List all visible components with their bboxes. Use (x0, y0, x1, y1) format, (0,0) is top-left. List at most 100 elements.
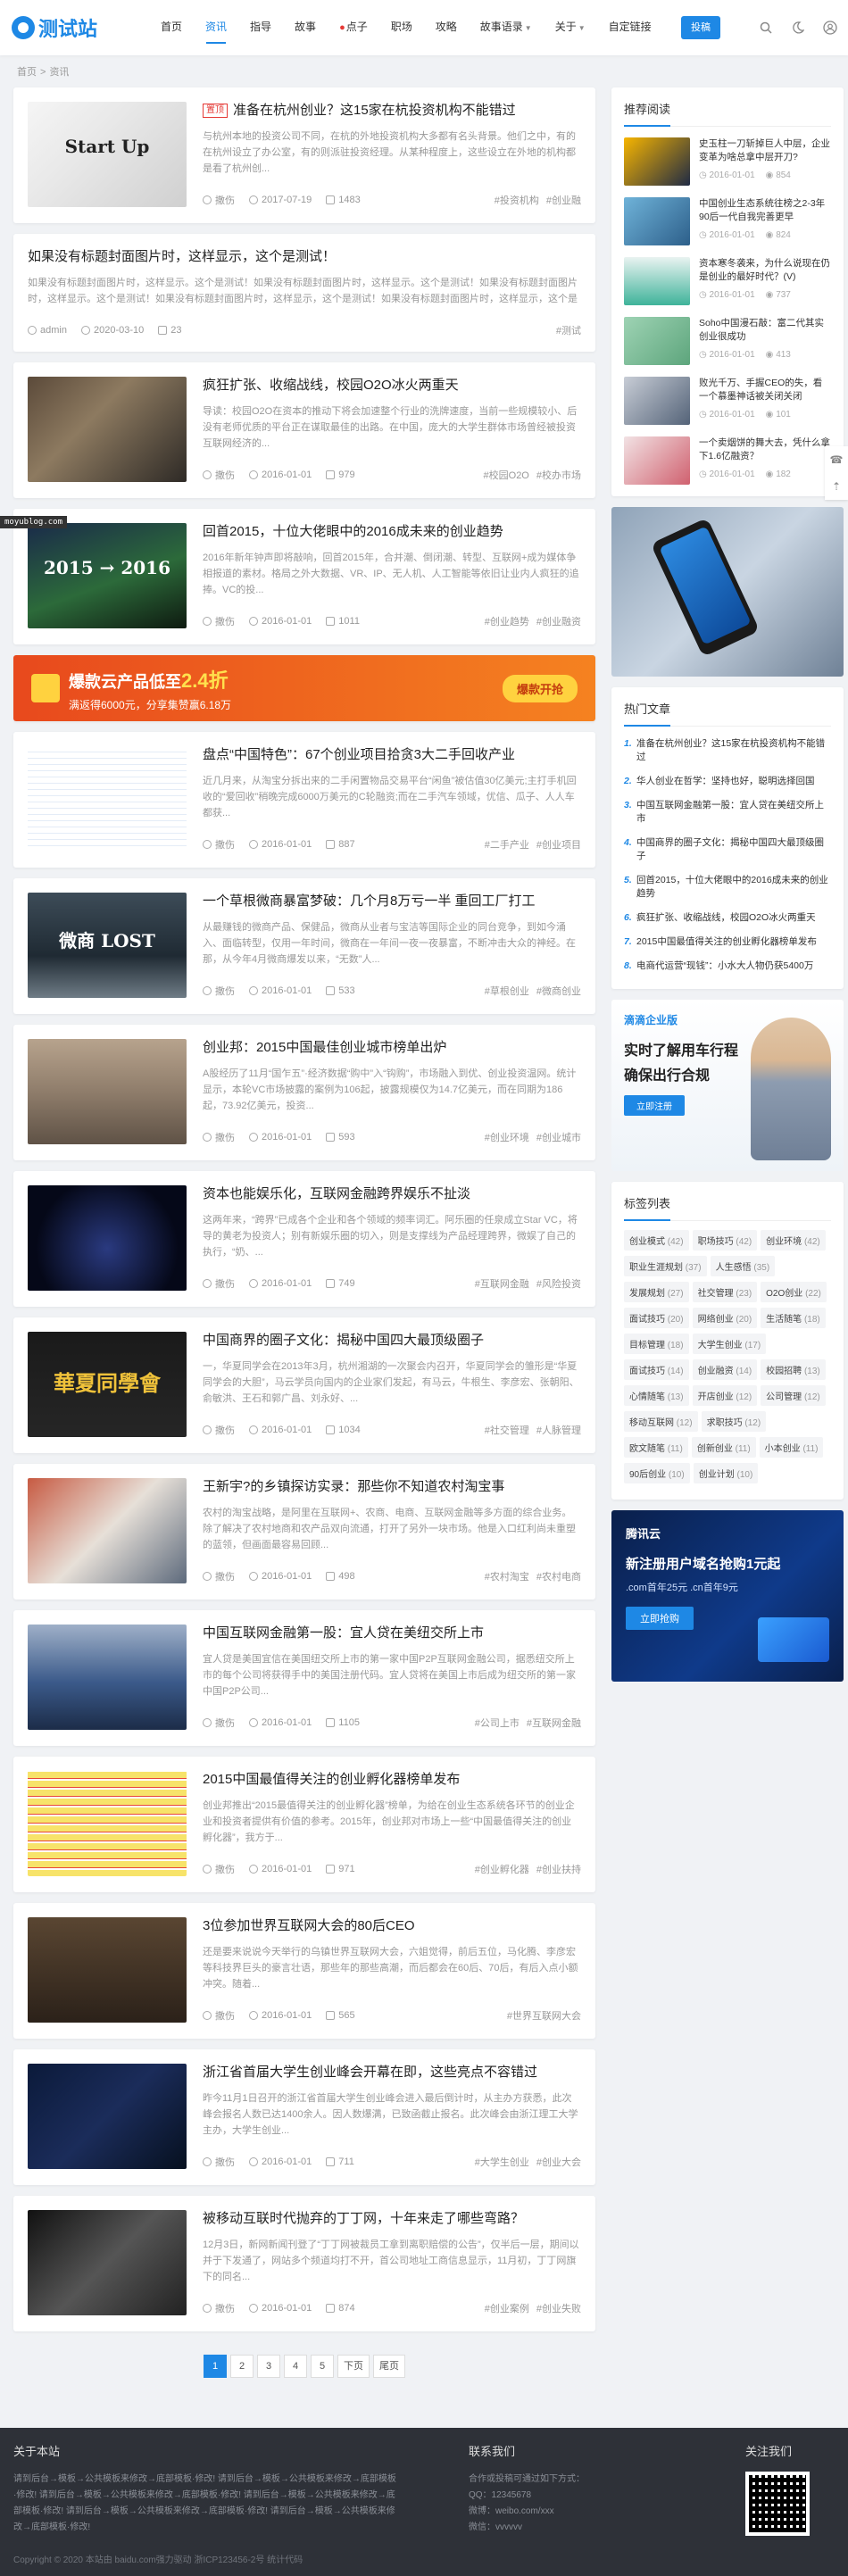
nav-item[interactable]: 职场 (379, 0, 424, 56)
hot-article-item[interactable]: 4. 中国商界的圈子文化：揭秘中国四大最顶级圈子 (624, 831, 831, 868)
tag-chip[interactable]: 创业模式 (42) (624, 1230, 689, 1251)
post-tag[interactable]: #校办市场 (536, 468, 581, 482)
post-card[interactable]: 華夏同學會 中国商界的圈子文化：揭秘中国四大最顶级圈子 一，华夏同学会在2013… (13, 1317, 595, 1453)
post-card[interactable]: 王新宇?的乡镇探访实录：那些你不知道农村淘宝事 农村的淘宝战略，是阿里在互联网+… (13, 1464, 595, 1600)
tag-chip[interactable]: 创业计划 (10) (693, 1463, 759, 1483)
tag-chip[interactable]: 职业生涯规划 (37) (624, 1256, 707, 1276)
post-tag[interactable]: #测试 (556, 323, 581, 337)
page-2[interactable]: 2 (230, 2355, 254, 2378)
post-tag[interactable]: #创业孵化器 (475, 1862, 529, 1876)
post-tag[interactable]: #世界互联网大会 (507, 2008, 581, 2023)
post-tag[interactable]: #风险投资 (536, 1276, 581, 1291)
breadcrumb-home[interactable]: 首页 (17, 67, 37, 78)
post-thumbnail[interactable] (28, 2064, 187, 2169)
tag-chip[interactable]: 网络创业 (20) (692, 1308, 758, 1328)
post-title[interactable]: 盘点“中国特色”：67个创业项目拾贪3大二手回收产业 (203, 746, 581, 766)
hot-article-item[interactable]: 7. 2015中国最值得关注的创业孵化器榜单发布 (624, 930, 831, 954)
post-thumbnail[interactable] (28, 746, 187, 852)
tag-chip[interactable]: 创业环境 (42) (761, 1230, 826, 1251)
hot-article-item[interactable]: 3. 中国互联网金融第一股：宜人贷在美纽交所上市 (624, 794, 831, 831)
post-card[interactable]: 中国互联网金融第一股：宜人贷在美纽交所上市 宜人贷是美国宜信在美国纽交所上市的第… (13, 1610, 595, 1746)
post-author[interactable]: 撒伤 (203, 2008, 235, 2023)
post-title[interactable]: 一个草根微商暴富梦破：几个月8万亏一半 重回工厂打工 (203, 893, 581, 912)
post-title[interactable]: 被移动互联时代抛弃的丁丁网，十年来走了哪些弯路？ (203, 2210, 581, 2230)
tag-chip[interactable]: 欧文随笔 (11) (624, 1437, 688, 1458)
recommended-thumbnail[interactable] (624, 257, 690, 305)
post-thumbnail[interactable]: 華夏同學會 (28, 1332, 187, 1437)
post-author[interactable]: 撒伤 (203, 614, 235, 628)
tag-chip[interactable]: 小本创业 (11) (759, 1437, 824, 1458)
post-title[interactable]: 2015中国最值得关注的创业孵化器榜单发布 (203, 1771, 581, 1791)
tag-chip[interactable]: 开店创业 (12) (692, 1385, 758, 1406)
recommended-item[interactable]: 一个卖烟饼的舞大去，凭什么拿下1.6亿融资？ ◷ 2016-01-01 ◉ 182 (624, 436, 831, 486)
post-author[interactable]: 撒伤 (203, 1423, 235, 1437)
post-thumbnail[interactable] (28, 1771, 187, 1876)
post-author[interactable]: 撒伤 (203, 984, 235, 998)
user-icon[interactable] (822, 20, 838, 36)
post-card[interactable]: 微商 LOST 一个草根微商暴富梦破：几个月8万亏一半 重回工厂打工 从最赚钱的… (13, 878, 595, 1014)
recommended-thumbnail[interactable] (624, 137, 690, 186)
post-title[interactable]: 疯狂扩张、收缩战线，校园O2O冰火两重天 (203, 377, 581, 396)
tencent-cloud-ad-banner[interactable]: 腾讯云 新注册用户域名抢购1元起 .com首年25元 .cn首年9元 立即抢购 (611, 1510, 844, 1682)
post-card[interactable]: 被移动互联时代抛弃的丁丁网，十年来走了哪些弯路？ 12月3日，新网新闻刊登了“丁… (13, 2196, 595, 2331)
post-author[interactable]: 撒伤 (203, 468, 235, 482)
nav-item[interactable]: 故事 (283, 0, 328, 56)
tag-chip[interactable]: 职场技巧 (42) (692, 1230, 758, 1251)
post-tag[interactable]: #微商创业 (536, 984, 581, 998)
post-thumbnail[interactable] (28, 1625, 187, 1730)
post-author[interactable]: 撒伤 (203, 837, 235, 852)
recommended-title-link[interactable]: 史玉柱一刀斩掉巨人中层，企业变革为啥总拿中层开刀? (699, 137, 831, 164)
post-tag[interactable]: #互联网金融 (475, 1276, 529, 1291)
site-logo[interactable]: 测试站 (12, 13, 145, 42)
page-1[interactable]: 1 (204, 2355, 227, 2378)
post-title[interactable]: 3位参加世界互联网大会的80后CEO (203, 1917, 581, 1937)
post-tag[interactable]: #创业项目 (536, 837, 581, 852)
hot-article-item[interactable]: 2. 华人创业在哲学：坚持也好，聪明选择回国 (624, 769, 831, 794)
tag-chip[interactable]: 移动互联网 (12) (624, 1411, 698, 1432)
post-card[interactable]: 创业邦：2015中国最佳创业城市榜单出炉 A股经历了11月“国乍五”·经济数据“… (13, 1025, 595, 1160)
recommended-item[interactable]: 史玉柱一刀斩掉巨人中层，企业变革为啥总拿中层开刀? ◷ 2016-01-01 ◉ … (624, 137, 831, 187)
tag-chip[interactable]: 创业融资 (14) (692, 1359, 758, 1380)
tag-chip[interactable]: 校园招聘 (13) (761, 1359, 826, 1380)
post-card[interactable]: 盘点“中国特色”：67个创业项目拾贪3大二手回收产业 近几月来，从淘宝分拆出来的… (13, 732, 595, 868)
recommended-title-link[interactable]: 败光千万、手握CEO的失，看一个慕墨神话被关闭关闭 (699, 377, 831, 403)
post-tag[interactable]: #投资机构 (495, 193, 539, 207)
post-title[interactable]: 王新宇?的乡镇探访实录：那些你不知道农村淘宝事 (203, 1478, 581, 1498)
post-card[interactable]: 如果没有标题封面图片时，这样显示，这个是测试！ 如果没有标题封面图片时，这样显示… (13, 234, 595, 352)
recommended-thumbnail[interactable] (624, 197, 690, 245)
post-thumbnail[interactable]: Start Up (28, 102, 187, 207)
post-card[interactable]: 3位参加世界互联网大会的80后CEO 还是要来说说今天举行的乌镇世界互联网大会，… (13, 1903, 595, 2039)
post-tag[interactable]: #人脉管理 (536, 1423, 581, 1437)
hot-article-item[interactable]: 1. 准备在杭州创业？这15家在杭投资机构不能错过 (624, 732, 831, 769)
tag-chip[interactable]: 发展规划 (27) (624, 1282, 689, 1302)
tag-chip[interactable]: 大学生创业 (17) (692, 1334, 767, 1354)
didi-register-button[interactable]: 立即注册 (624, 1095, 685, 1116)
post-tag[interactable]: #社交管理 (485, 1423, 529, 1437)
recommended-item[interactable]: 败光千万、手握CEO的失，看一个慕墨神话被关闭关闭 ◷ 2016-01-01 ◉ … (624, 377, 831, 426)
recommended-thumbnail[interactable] (624, 436, 690, 485)
recommended-title-link[interactable]: 一个卖烟饼的舞大去，凭什么拿下1.6亿融资？ (699, 436, 831, 463)
post-tag[interactable]: #农村电商 (536, 1569, 581, 1583)
post-title[interactable]: 如果没有标题封面图片时，这样显示，这个是测试！ (28, 248, 581, 268)
post-title[interactable]: 中国互联网金融第一股：宜人贷在美纽交所上市 (203, 1625, 581, 1644)
post-tag[interactable]: #创业失败 (536, 2301, 581, 2315)
post-title[interactable]: 回首2015，十位大佬眼中的2016成未来的创业趋势 (203, 523, 581, 543)
post-tag[interactable]: #创业扶持 (536, 1862, 581, 1876)
next-page-button[interactable]: 下页 (337, 2355, 370, 2378)
tencent-buy-button[interactable]: 立即抢购 (626, 1607, 694, 1630)
tag-chip[interactable]: O2O创业 (22) (761, 1282, 827, 1302)
nav-item[interactable]: 自定链接 (597, 0, 663, 56)
post-tag[interactable]: #互联网金融 (527, 1716, 581, 1730)
post-card[interactable]: 2015 → 2016 回首2015，十位大佬眼中的2016成未来的创业趋势 2… (13, 509, 595, 644)
nav-item[interactable]: 指导 (238, 0, 283, 56)
post-tag[interactable]: #校园O2O (484, 468, 529, 482)
post-thumbnail[interactable] (28, 1185, 187, 1291)
post-title[interactable]: 创业邦：2015中国最佳创业城市榜单出炉 (203, 1039, 581, 1059)
post-card[interactable]: 资本也能娱乐化，互联网金融跨界娱乐不扯淡 这两年来，“跨界”已成各个企业和各个领… (13, 1171, 595, 1307)
tag-chip[interactable]: 创新创业 (11) (691, 1437, 756, 1458)
post-tag[interactable]: #创业融 (546, 193, 581, 207)
recommended-item[interactable]: Soho中国漫石敲：富二代其实创业很成功 ◷ 2016-01-01 ◉ 413 (624, 317, 831, 366)
post-author[interactable]: 撒伤 (203, 2155, 235, 2169)
post-title[interactable]: 中国商界的圈子文化：揭秘中国四大最顶级圈子 (203, 1332, 581, 1351)
page-4[interactable]: 4 (284, 2355, 307, 2378)
